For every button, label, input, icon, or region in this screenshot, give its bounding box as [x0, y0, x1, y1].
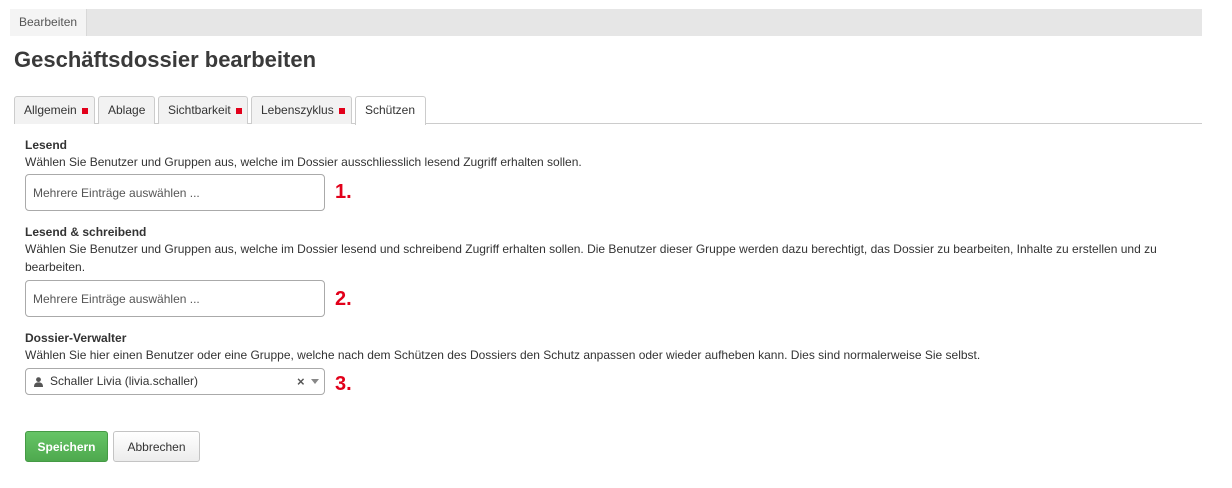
section-help-read-write: Wählen Sie Benutzer und Gruppen aus, wel…	[25, 242, 1157, 274]
selected-user: Schaller Livia (livia.schaller)	[50, 374, 199, 388]
tab-label: Ablage	[108, 103, 146, 117]
tab-label: Schützen	[365, 103, 416, 117]
tab-ablage[interactable]: Ablage	[98, 96, 155, 124]
tab-sichtbarkeit[interactable]: Sichtbarkeit	[158, 96, 248, 124]
tab-label: Lebenszyklus	[261, 103, 334, 117]
annotation-1: 1.	[335, 181, 352, 203]
required-marker	[235, 108, 242, 114]
user-icon	[34, 377, 43, 387]
tab-label: Allgemein	[24, 103, 77, 117]
tab-schuetzen[interactable]: Schützen	[355, 96, 426, 125]
annotation-3: 3.	[335, 373, 352, 395]
chevron-down-icon[interactable]	[311, 379, 319, 384]
required-marker	[81, 108, 88, 114]
breadcrumb-bar: Bearbeiten	[10, 9, 1202, 36]
tab-allgemein[interactable]: Allgemein	[14, 96, 95, 124]
section-help-manager: Wählen Sie hier einen Benutzer oder eine…	[25, 348, 981, 362]
section-title-manager: Dossier-Verwalter	[25, 331, 127, 345]
page-title: Geschäftsdossier bearbeiten	[14, 47, 317, 72]
save-button[interactable]: Speichern	[25, 431, 108, 462]
tab-label: Sichtbarkeit	[168, 103, 231, 117]
required-marker	[338, 108, 345, 114]
read-users-field[interactable]	[25, 174, 325, 211]
section-help-read: Wählen Sie Benutzer und Gruppen aus, wel…	[25, 155, 582, 169]
annotation-2: 2.	[335, 288, 352, 310]
cancel-button[interactable]: Abbrechen	[113, 431, 200, 462]
section-title-read-write: Lesend & schreibend	[25, 225, 147, 239]
clear-icon[interactable]: ×	[297, 369, 305, 394]
read-users-input[interactable]	[26, 175, 324, 210]
dossier-manager-select[interactable]: Schaller Livia (livia.schaller) ×	[25, 368, 325, 395]
tab-bar: Allgemein Ablage Sichtbarkeit Lebenszykl…	[14, 96, 1202, 125]
tab-lebenszyklus[interactable]: Lebenszyklus	[251, 96, 352, 124]
read-write-users-field[interactable]	[25, 280, 325, 317]
read-write-users-input[interactable]	[26, 281, 324, 316]
section-title-read: Lesend	[25, 138, 68, 152]
breadcrumb-tab-edit[interactable]: Bearbeiten	[10, 9, 88, 36]
